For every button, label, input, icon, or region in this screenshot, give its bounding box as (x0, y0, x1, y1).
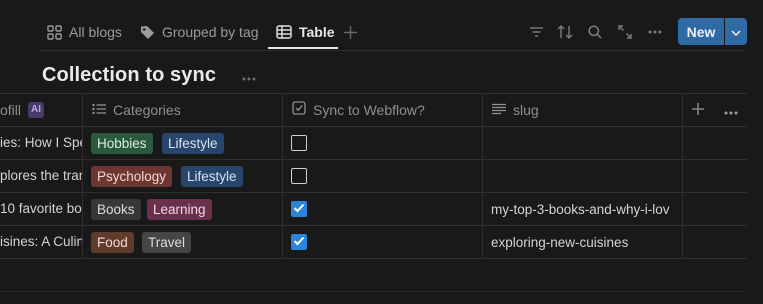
more-icon (724, 102, 738, 118)
row-title-cell[interactable]: ies: How I Spe (0, 135, 82, 150)
grid-icon (47, 24, 62, 40)
header-bottom-line (0, 126, 747, 127)
column-header-label: ofill (0, 101, 22, 118)
column-divider (282, 93, 283, 259)
slug-cell[interactable]: exploring-new-cuisines (491, 235, 682, 250)
category-tag[interactable]: Learning (147, 199, 212, 220)
plus-icon (692, 102, 704, 118)
ai-autofill-badge: AI (28, 101, 45, 118)
footer-line (0, 291, 747, 292)
plus-icon (344, 25, 357, 39)
page-title: Collection to sync (42, 64, 217, 86)
category-tag[interactable]: Books (91, 199, 141, 220)
column-header-categories[interactable]: Categories (92, 93, 181, 126)
column-divider (682, 93, 683, 259)
add-view-button[interactable] (344, 17, 357, 47)
add-column-button[interactable] (692, 93, 704, 126)
tab-all-blogs[interactable]: All blogs (47, 17, 122, 47)
column-header-label: Categories (113, 101, 181, 118)
column-header-label: slug (513, 101, 539, 118)
more-icon[interactable] (645, 22, 665, 42)
slug-cell[interactable]: my-top-3-books-and-why-i-lov (491, 202, 682, 217)
filter-icon[interactable] (526, 22, 546, 42)
row-title-cell[interactable]: plores the tran (0, 168, 82, 183)
row-title-cell[interactable]: 10 favorite boo (0, 201, 82, 216)
column-divider (482, 93, 483, 259)
tab-label: All blogs (69, 24, 122, 40)
search-icon[interactable] (585, 22, 605, 42)
category-tag[interactable]: Travel (142, 232, 192, 253)
tab-table[interactable]: Table (276, 17, 335, 47)
sync-checkbox[interactable] (291, 168, 307, 184)
category-tag[interactable]: Lifestyle (181, 166, 243, 187)
column-options-button[interactable] (724, 93, 738, 126)
text-icon (492, 102, 506, 118)
list-icon (92, 102, 106, 118)
active-tab-indicator (268, 47, 338, 49)
row-title-cell[interactable]: isines: A Culin (0, 234, 82, 249)
row-divider (0, 225, 747, 226)
checkmark-icon (293, 200, 305, 218)
column-divider (82, 93, 83, 259)
table-icon (276, 25, 292, 39)
category-tag[interactable]: Lifestyle (162, 133, 224, 154)
tab-label: Grouped by tag (162, 24, 259, 40)
column-header-label: Sync to Webflow? (313, 101, 425, 118)
category-tag[interactable]: Food (91, 232, 134, 253)
column-header-sync[interactable]: Sync to Webflow? (292, 93, 425, 126)
sync-checkbox[interactable] (291, 135, 307, 151)
sort-icon[interactable] (555, 22, 575, 42)
row-divider (0, 192, 747, 193)
tab-bar-divider (38, 50, 746, 51)
sync-checkbox[interactable] (291, 234, 307, 250)
category-tag[interactable]: Hobbies (91, 133, 153, 154)
column-header-title[interactable]: ofill AI (0, 93, 45, 126)
row-divider (0, 258, 747, 259)
checkmark-icon (293, 233, 305, 251)
tab-grouped-by-tag[interactable]: Grouped by tag (140, 17, 259, 47)
sync-checkbox[interactable] (291, 201, 307, 217)
checkbox-icon (292, 101, 306, 118)
new-button[interactable]: New (678, 18, 724, 45)
column-header-slug[interactable]: slug (492, 93, 539, 126)
category-tag[interactable]: Psychology (91, 166, 173, 187)
title-more-icon[interactable] (242, 68, 256, 86)
tag-icon (140, 25, 155, 40)
chevron-down-icon (731, 23, 741, 41)
new-dropdown-button[interactable] (725, 18, 747, 45)
tab-label: Table (299, 24, 335, 40)
expand-icon[interactable] (615, 22, 635, 42)
row-divider (0, 159, 747, 160)
